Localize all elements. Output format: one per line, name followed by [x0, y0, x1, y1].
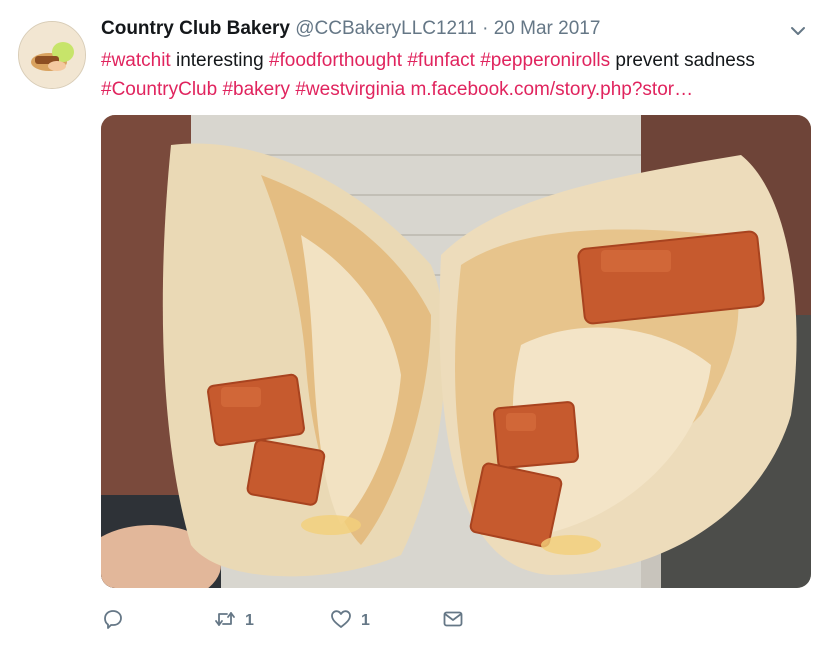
hashtag-link[interactable]: #CountryClub	[101, 79, 217, 100]
tweet-photo[interactable]	[101, 115, 811, 588]
retweet-count: 1	[245, 612, 254, 629]
pepperoni-roll-photo	[101, 115, 811, 588]
tweet-actions: 1 1	[101, 604, 661, 638]
external-link[interactable]: m.facebook.com/story.php?stor…	[410, 79, 693, 100]
hashtag-link[interactable]: #foodforthought	[269, 50, 402, 71]
like-button[interactable]: 1	[329, 604, 370, 638]
tweet-text: #watchit interesting #foodforthought #fu…	[101, 46, 801, 104]
retweet-button[interactable]: 1	[213, 604, 254, 638]
separator-dot: ·	[482, 18, 489, 39]
hashtag-link[interactable]: #pepperonirolls	[480, 50, 610, 71]
reply-icon	[101, 607, 125, 636]
tweet-text-segment: interesting	[170, 50, 269, 71]
reply-button[interactable]	[101, 604, 133, 638]
tweet-card: Country Club Bakery @CCBakeryLLC1211 · 2…	[0, 0, 825, 649]
author-handle[interactable]: @CCBakeryLLC1211	[295, 18, 477, 39]
heart-icon	[329, 607, 353, 636]
chevron-down-icon[interactable]	[789, 22, 807, 40]
tweet-date[interactable]: 20 Mar 2017	[494, 18, 601, 39]
retweet-icon	[213, 607, 237, 636]
hashtag-link[interactable]: #watchit	[101, 50, 171, 71]
hashtag-link[interactable]: #funfact	[407, 50, 475, 71]
envelope-icon	[441, 607, 465, 636]
hashtag-link[interactable]: #westvirginia	[295, 79, 405, 100]
tweet-text-segment: prevent sadness	[610, 50, 755, 71]
tweet-header: Country Club Bakery @CCBakeryLLC1211 · 2…	[101, 16, 600, 42]
hashtag-link[interactable]: #bakery	[222, 79, 290, 100]
author-name[interactable]: Country Club Bakery	[101, 18, 290, 39]
direct-message-button[interactable]	[441, 604, 473, 638]
like-count: 1	[361, 612, 370, 629]
avatar[interactable]	[18, 21, 86, 89]
